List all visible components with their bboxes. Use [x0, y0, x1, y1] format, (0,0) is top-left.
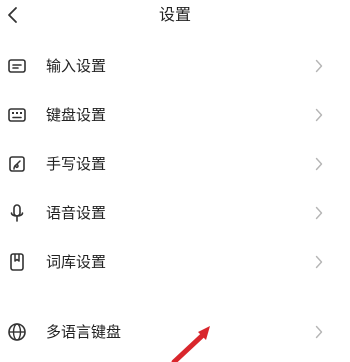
- chevron-right-icon: [312, 252, 326, 272]
- settings-item-label: 输入设置: [46, 57, 107, 75]
- settings-item-label: 多语言键盘: [46, 323, 122, 341]
- section-divider: [0, 296, 350, 304]
- lexicon-icon: [4, 249, 30, 275]
- settings-item-label: 语音设置: [46, 204, 107, 222]
- microphone-icon: [4, 200, 30, 226]
- keyboard-icon: [4, 102, 30, 128]
- settings-item-handwriting[interactable]: 手写设置: [0, 142, 350, 186]
- input-settings-icon: [4, 53, 30, 79]
- chevron-right-icon: [312, 203, 326, 223]
- chevron-right-icon: [312, 154, 326, 174]
- chevron-right-icon: [312, 56, 326, 76]
- top-bar: 设置: [0, 0, 350, 34]
- settings-item-lexicon[interactable]: 词库设置: [0, 240, 350, 284]
- settings-item-label: 手写设置: [46, 155, 107, 173]
- settings-item-label: 词库设置: [46, 253, 107, 271]
- settings-item-voice[interactable]: 语音设置: [0, 191, 350, 235]
- chevron-right-icon: [312, 105, 326, 125]
- chevron-right-icon: [312, 322, 326, 342]
- settings-item-keyboard[interactable]: 键盘设置: [0, 93, 350, 137]
- annotation-arrow-icon: [171, 326, 210, 362]
- settings-item-label: 键盘设置: [46, 106, 107, 124]
- globe-icon: [4, 319, 30, 345]
- settings-item-input[interactable]: 输入设置: [0, 44, 350, 88]
- page-title: 设置: [158, 5, 191, 24]
- handwriting-icon: [4, 151, 30, 177]
